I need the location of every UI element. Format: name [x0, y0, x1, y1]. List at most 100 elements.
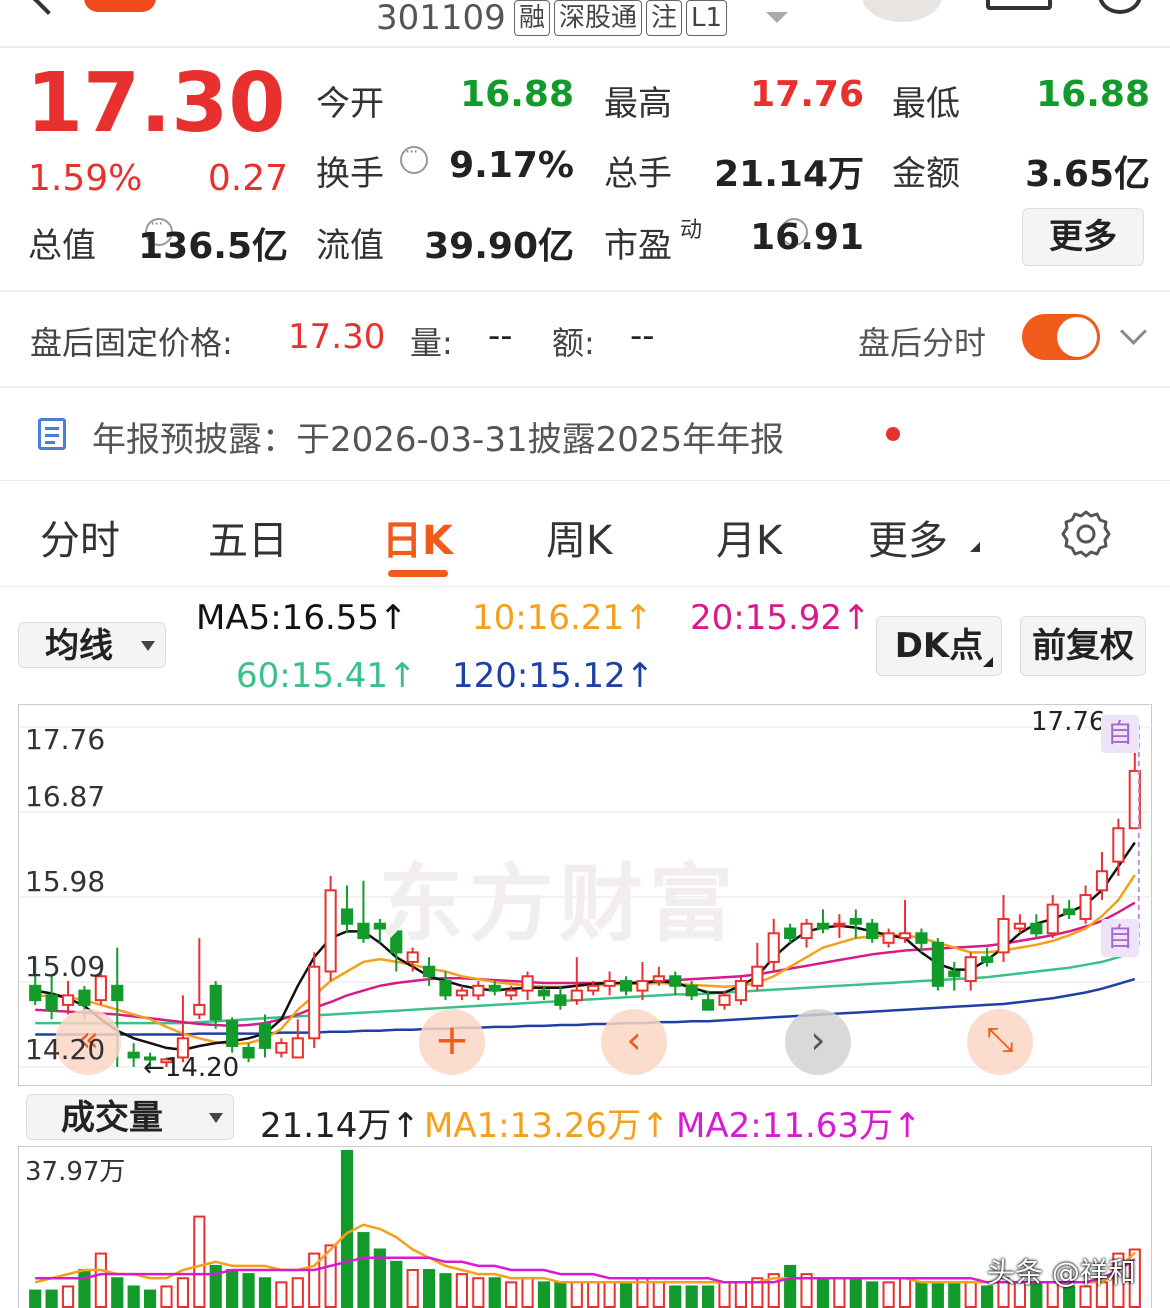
- candle-body: [340, 908, 354, 925]
- price-axis-label: 16.87: [25, 780, 106, 813]
- volume-ma2: MA2:11.63万↑: [676, 1106, 922, 1146]
- back-icon[interactable]: [31, 0, 65, 15]
- volume-bar: [78, 1269, 91, 1308]
- ma20-value: 20:15.92↑: [690, 598, 871, 638]
- candle-body: [357, 922, 370, 940]
- volume-value: 21.14万: [714, 154, 864, 195]
- volume-select[interactable]: 成交量: [26, 1094, 234, 1140]
- select-arrow-icon: [141, 641, 155, 651]
- stock-tags: 融深股通注 L1: [510, 0, 728, 36]
- avatar[interactable]: [862, 0, 942, 22]
- amount-label: 金额: [892, 154, 960, 194]
- kline-chart[interactable]: 东方财富 « + ‹ › ⤡ 17.76 16.87 15.98 15.09 14.20…: [18, 704, 1152, 1086]
- volume-chart[interactable]: 37.97万 头条 @祥和: [18, 1146, 1152, 1308]
- chevron-down-icon[interactable]: [1120, 318, 1147, 345]
- volume-bar: [357, 1232, 370, 1308]
- volume-bar: [964, 1281, 977, 1308]
- candle-body: [734, 980, 747, 1002]
- ma60-value: 60:15.41↑: [236, 656, 417, 696]
- candle-body: [652, 975, 665, 983]
- tab-more[interactable]: 更多: [868, 508, 948, 566]
- candle-body: [127, 1051, 140, 1059]
- volume-bar: [537, 1281, 551, 1308]
- candle-body: [1013, 922, 1026, 930]
- volume-bar: [160, 1285, 173, 1308]
- candle-body: [619, 980, 633, 992]
- self-select-marker[interactable]: 自: [1101, 715, 1139, 753]
- candle-body: [439, 980, 452, 997]
- candle-body: [61, 994, 75, 1006]
- volume-bar: [406, 1269, 419, 1308]
- volume-bar: [718, 1281, 731, 1308]
- brand-badge: [84, 0, 156, 12]
- fullscreen-icon[interactable]: ⤡: [967, 1009, 1033, 1075]
- change-amount: 0.27: [207, 158, 288, 199]
- self-select-marker[interactable]: 自: [1101, 919, 1139, 957]
- low-marker-label: ←14.20: [143, 1053, 240, 1083]
- next-button[interactable]: ›: [785, 1009, 851, 1075]
- volume-bar: [127, 1285, 140, 1308]
- volume-bar: [816, 1277, 830, 1308]
- volume-bar: [685, 1285, 698, 1308]
- dropdown-arrow-icon[interactable]: [766, 12, 788, 23]
- prev-button[interactable]: ‹: [601, 1009, 667, 1075]
- zoom-in-button[interactable]: +: [419, 1009, 485, 1075]
- volume-bar: [423, 1269, 436, 1308]
- volume-bar: [521, 1277, 534, 1308]
- search-icon[interactable]: [1098, 0, 1142, 14]
- settings-gear-icon[interactable]: [1060, 508, 1112, 560]
- window-icon[interactable]: [986, 0, 1052, 10]
- tab-daily-k[interactable]: 日K: [382, 508, 453, 566]
- tab-intraday[interactable]: 分时: [40, 508, 120, 566]
- tab-five-day[interactable]: 五日: [208, 508, 288, 566]
- candle-body: [948, 970, 961, 978]
- candle-body: [488, 984, 501, 992]
- candle-body: [242, 1046, 255, 1059]
- candle-body: [29, 984, 42, 1002]
- after-hours-toggle[interactable]: [1022, 314, 1100, 360]
- market-cap-value: 136.5亿: [138, 226, 288, 267]
- turnover-label: 换手: [316, 154, 384, 194]
- volume-bar: [849, 1277, 862, 1308]
- tag-level1: L1: [686, 0, 728, 36]
- adjust-mode-button[interactable]: 前复权: [1020, 616, 1146, 676]
- divider: [0, 290, 1170, 292]
- volume-bar: [505, 1281, 518, 1308]
- volume-value: 21.14万↑: [260, 1106, 420, 1146]
- more-quote-button[interactable]: 更多: [1022, 208, 1144, 266]
- open-label: 今开: [316, 84, 384, 124]
- candle-body: [1095, 870, 1109, 892]
- annual-report-notice[interactable]: 年报预披露：于2026-03-31披露2025年年报: [92, 412, 784, 461]
- volume-bar: [176, 1277, 189, 1308]
- candle-body: [455, 989, 468, 997]
- candle-body: [718, 994, 731, 1006]
- divider: [0, 46, 1170, 48]
- low-label: 最低: [892, 84, 960, 124]
- price-axis-label: 15.09: [25, 950, 106, 983]
- divider: [0, 480, 1170, 481]
- candle-body: [193, 1003, 206, 1016]
- price-axis-label: 17.76: [25, 723, 106, 756]
- candle-body: [685, 984, 698, 997]
- candle-body: [554, 994, 567, 1006]
- volume-bar: [340, 1150, 354, 1308]
- volume-bar: [94, 1252, 107, 1308]
- volume-bar: [390, 1260, 403, 1308]
- ma10-value: 10:16.21↑: [472, 598, 653, 638]
- candle-body: [1046, 903, 1059, 935]
- pe-label: 市盈: [604, 226, 672, 266]
- current-price: 17.30: [26, 56, 286, 151]
- candle-body: [587, 984, 600, 992]
- candle-body: [308, 965, 321, 1040]
- volume-bar: [193, 1215, 206, 1308]
- after-hours-amt-value: --: [630, 316, 655, 356]
- dk-point-button[interactable]: DK点: [876, 616, 1002, 676]
- turnover-info-icon[interactable]: [400, 142, 428, 174]
- candle-body: [997, 917, 1010, 954]
- triangle-icon: [970, 542, 980, 552]
- tab-weekly-k[interactable]: 周K: [546, 508, 612, 566]
- tab-monthly-k[interactable]: 月K: [716, 508, 782, 566]
- toggle-knob: [1057, 317, 1097, 357]
- divider: [0, 586, 1170, 587]
- indicator-select[interactable]: 均线: [18, 622, 166, 668]
